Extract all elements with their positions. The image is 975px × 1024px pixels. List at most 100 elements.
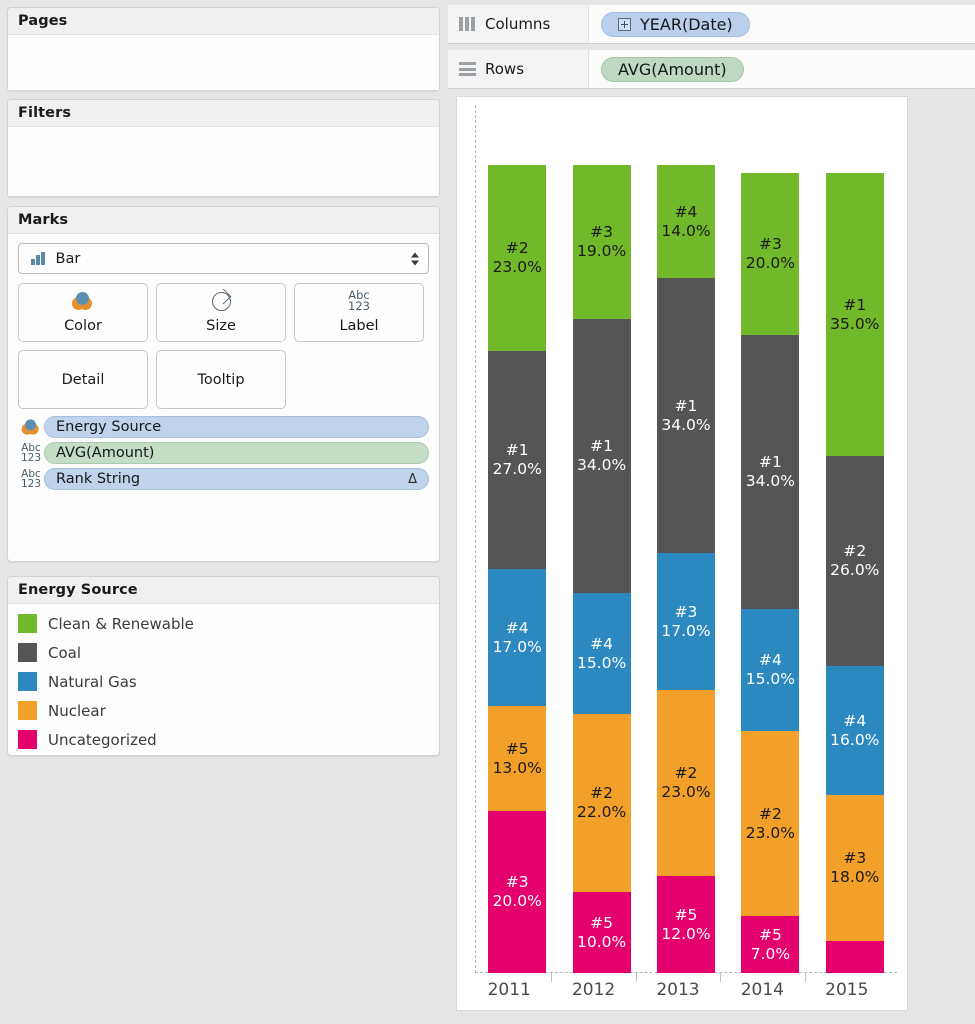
segment-rank-label: #3 (843, 849, 866, 868)
detail-button[interactable]: Detail (18, 350, 148, 409)
stepper-icon[interactable] (411, 252, 419, 265)
abc-123-icon: Abc123 (348, 284, 370, 318)
segment-value-label: 34.0% (661, 416, 710, 435)
segment-value-label: 17.0% (661, 622, 710, 641)
bar-column[interactable]: #135.0%#226.0%#416.0%#318.0% (826, 173, 884, 973)
bar-segment[interactable]: #134.0% (741, 335, 799, 610)
bar-segment[interactable]: #415.0% (741, 609, 799, 730)
pill-body[interactable]: AVG(Amount) (44, 442, 429, 464)
segment-rank-label: #1 (590, 437, 613, 456)
rows-shelf-label: Rows (485, 60, 524, 78)
segment-value-label: 10.0% (577, 933, 626, 952)
bar-segment[interactable]: #415.0% (573, 593, 631, 714)
segment-rank-label: #3 (759, 235, 782, 254)
color-button[interactable]: Color (18, 283, 148, 342)
color-circles-icon (18, 418, 44, 436)
segment-rank-label: #1 (675, 397, 698, 416)
bar-segment[interactable] (826, 941, 884, 973)
bar-segment[interactable]: #510.0% (573, 892, 631, 973)
legend-item[interactable]: Clean & Renewable (18, 609, 439, 638)
segment-rank-label: #5 (506, 740, 529, 759)
x-tick-2013[interactable]: 2013 (636, 973, 720, 1007)
marks-pill-rank-string[interactable]: Abc123 Rank String Δ (18, 467, 429, 491)
legend-item-label: Uncategorized (48, 731, 157, 749)
color-legend-card: Energy Source Clean & RenewableCoalNatur… (7, 576, 440, 756)
legend-item[interactable]: Coal (18, 638, 439, 667)
segment-value-label: 14.0% (661, 222, 710, 241)
marks-buttons: Color Size Abc123 Label Detail Tooltip (8, 274, 439, 409)
segment-rank-label: #2 (590, 784, 613, 803)
bar-segment[interactable]: #417.0% (488, 569, 546, 706)
legend-item-label: Natural Gas (48, 673, 137, 691)
rows-shelf[interactable]: Rows AVG(Amount) (448, 50, 975, 89)
bar-segment[interactable]: #223.0% (657, 690, 715, 876)
segment-value-label: 34.0% (577, 456, 626, 475)
columns-pill-year-date[interactable]: YEAR(Date) (601, 12, 750, 37)
bar-segment[interactable]: #512.0% (657, 876, 715, 973)
segment-rank-label: #4 (590, 635, 613, 654)
filters-card: Filters (7, 99, 440, 197)
bar-segment[interactable]: #319.0% (573, 165, 631, 319)
bar-segment[interactable]: #317.0% (657, 553, 715, 690)
segment-value-label: 34.0% (746, 472, 795, 491)
rows-shelf-label-box: Rows (448, 50, 589, 88)
bar-column[interactable]: #414.0%#134.0%#317.0%#223.0%#512.0% (657, 165, 715, 973)
segment-rank-label: #4 (675, 203, 698, 222)
label-button[interactable]: Abc123 Label (294, 283, 424, 342)
x-tick-2011[interactable]: 2011 (467, 973, 551, 1007)
marks-pill-avg-amount[interactable]: Abc123 AVG(Amount) (18, 441, 429, 465)
segment-value-label: 20.0% (493, 892, 542, 911)
y-axis-line (475, 105, 476, 973)
rows-icon (459, 62, 476, 76)
bar-segment[interactable]: #222.0% (573, 714, 631, 892)
bar-column[interactable]: #320.0%#134.0%#415.0%#223.0%#57.0% (741, 173, 799, 973)
bar-segment[interactable]: #135.0% (826, 173, 884, 456)
pill-body[interactable]: Rank String Δ (44, 468, 429, 490)
bar-segment[interactable]: #320.0% (741, 173, 799, 335)
filters-dropzone[interactable] (8, 127, 439, 196)
bar-column[interactable]: #223.0%#127.0%#417.0%#513.0%#320.0% (488, 165, 546, 973)
columns-shelf-label: Columns (485, 15, 550, 33)
bar-segment[interactable]: #226.0% (826, 456, 884, 666)
bar-segment[interactable]: #134.0% (657, 278, 715, 553)
mark-type-select[interactable]: Bar (18, 243, 429, 274)
pages-dropzone[interactable] (8, 35, 439, 90)
color-button-label: Color (64, 318, 102, 334)
segment-rank-label: #2 (675, 764, 698, 783)
bar-segment[interactable]: #513.0% (488, 706, 546, 811)
legend-item[interactable]: Nuclear (18, 696, 439, 725)
bar-segment[interactable]: #318.0% (826, 795, 884, 940)
marks-card: Marks Bar Color Size (7, 206, 440, 562)
plus-box-icon[interactable] (618, 18, 631, 31)
segment-value-label: 19.0% (577, 242, 626, 261)
rows-pill-avg-amount[interactable]: AVG(Amount) (601, 57, 744, 82)
abc-123-icon: Abc123 (18, 443, 44, 464)
bar-segment[interactable]: #416.0% (826, 666, 884, 795)
x-tick-2012[interactable]: 2012 (551, 973, 635, 1007)
bar-segment[interactable]: #57.0% (741, 916, 799, 973)
legend-item[interactable]: Uncategorized (18, 725, 439, 754)
marks-pill-energy-source[interactable]: Energy Source (18, 415, 429, 439)
x-tick-label: 2015 (825, 980, 868, 1000)
marks-pill-list: Energy Source Abc123 AVG(Amount) Abc123 (8, 409, 439, 491)
segment-value-label: 17.0% (493, 638, 542, 657)
segment-rank-label: #3 (590, 223, 613, 242)
size-circle-icon (212, 284, 231, 318)
bar-segment[interactable]: #414.0% (657, 165, 715, 278)
tableau-worksheet: Pages Filters Marks Bar Color (0, 0, 975, 1024)
size-button[interactable]: Size (156, 283, 286, 342)
bar-segment[interactable]: #320.0% (488, 811, 546, 973)
bar-segment[interactable]: #223.0% (741, 731, 799, 917)
bar-segment[interactable]: #127.0% (488, 351, 546, 569)
tooltip-button[interactable]: Tooltip (156, 350, 286, 409)
segment-value-label: 18.0% (830, 868, 879, 887)
color-circles-icon (71, 284, 95, 318)
bar-segment[interactable]: #223.0% (488, 165, 546, 351)
bar-column[interactable]: #319.0%#134.0%#415.0%#222.0%#510.0% (573, 165, 631, 973)
pill-body[interactable]: Energy Source (44, 416, 429, 438)
x-tick-2014[interactable]: 2014 (720, 973, 804, 1007)
columns-shelf[interactable]: Columns YEAR(Date) (448, 5, 975, 44)
x-tick-2015[interactable]: 2015 (805, 973, 889, 1007)
legend-item[interactable]: Natural Gas (18, 667, 439, 696)
bar-segment[interactable]: #134.0% (573, 319, 631, 594)
